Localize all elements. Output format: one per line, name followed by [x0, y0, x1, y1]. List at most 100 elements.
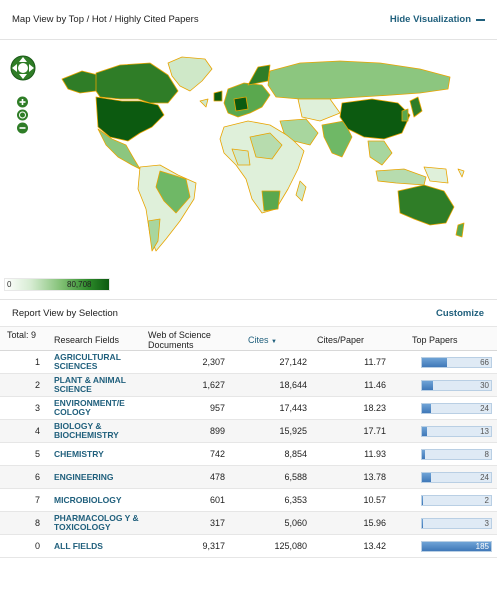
map-view-title: Map View by Top / Hot / Highly Cited Pap… — [12, 14, 199, 25]
top-papers-bar[interactable]: 185 — [421, 541, 492, 552]
sort-desc-icon[interactable]: ▼ — [271, 339, 277, 345]
cites-value: 15,925 — [279, 426, 307, 436]
top-papers-value: 8 — [484, 450, 489, 459]
total-header: Total: 9 — [7, 330, 37, 340]
wos-documents-value: 2,307 — [202, 357, 225, 367]
cites-value: 27,142 — [279, 357, 307, 367]
research-field-link[interactable]: ALL FIELDS — [54, 542, 144, 551]
cites-per-paper-header[interactable]: Cites/Paper — [317, 335, 364, 345]
row-index: 8 — [34, 518, 40, 528]
table-row: 3 ENVIRONMENT/E COLOGY 957 17,443 18.23 24 — [0, 397, 497, 420]
top-papers-value: 66 — [480, 358, 489, 367]
wos-documents-value: 899 — [209, 426, 225, 436]
hide-visualization-link[interactable]: Hide Visualization — [390, 14, 471, 25]
cites-value: 6,353 — [284, 495, 307, 505]
legend-max-label: 80,708 — [67, 280, 92, 289]
top-papers-bar[interactable]: 2 — [421, 495, 492, 506]
cites-per-paper-value: 15.96 — [363, 518, 386, 528]
cites-per-paper-value: 11.93 — [364, 449, 386, 459]
top-papers-bar-fill — [422, 427, 427, 436]
row-index: 7 — [34, 495, 40, 505]
wos-documents-header[interactable]: Web of Science Documents — [148, 330, 230, 350]
cites-per-paper-value: 10.57 — [363, 495, 386, 505]
row-index: 5 — [34, 449, 40, 459]
top-papers-value: 24 — [480, 473, 489, 482]
research-field-link[interactable]: MICROBIOLOGY — [54, 496, 144, 505]
cites-value: 125,080 — [274, 541, 307, 551]
wos-documents-value: 601 — [209, 495, 225, 505]
research-field-link[interactable]: PLANT & ANIMAL SCIENCE — [54, 376, 144, 394]
cites-per-paper-value: 18.23 — [363, 403, 386, 413]
top-papers-bar[interactable]: 8 — [421, 449, 492, 460]
table-row: 6 ENGINEERING 478 6,588 13.78 24 — [0, 466, 497, 489]
table-row: 4 BIOLOGY & BIOCHEMISTRY 899 15,925 17.71 13 — [0, 420, 497, 443]
cites-header-label[interactable]: Cites — [248, 335, 269, 345]
top-papers-bar[interactable]: 24 — [421, 472, 492, 483]
row-index: 4 — [34, 426, 40, 436]
table-header: Total: 9 Research Fields Web of Science … — [0, 326, 497, 351]
top-papers-bar[interactable]: 13 — [421, 426, 492, 437]
table-row: 7 MICROBIOLOGY 601 6,353 10.57 2 — [0, 489, 497, 512]
zoom-control[interactable] — [16, 96, 29, 134]
research-field-link[interactable]: CHEMISTRY — [54, 450, 144, 459]
wos-documents-value: 9,317 — [202, 541, 225, 551]
research-field-link[interactable]: PHARMACOLOG Y & TOXICOLOGY — [54, 514, 144, 532]
row-index: 1 — [34, 357, 40, 367]
top-papers-value: 13 — [480, 427, 489, 436]
cites-per-paper-value: 11.77 — [364, 357, 386, 367]
top-papers-value: 185 — [475, 542, 489, 551]
wos-documents-value: 742 — [209, 449, 225, 459]
row-index: 2 — [34, 380, 40, 390]
wos-documents-value: 957 — [209, 403, 225, 413]
row-index: 0 — [34, 541, 40, 551]
cites-value: 6,588 — [284, 472, 307, 482]
cites-value: 5,060 — [284, 518, 307, 528]
cites-value: 17,443 — [279, 403, 307, 413]
top-papers-bar-fill — [422, 381, 434, 390]
cites-header[interactable]: Cites ▼ — [248, 335, 277, 347]
top-papers-bar-fill — [422, 473, 431, 482]
table-row: 0 ALL FIELDS 9,317 125,080 13.42 185 — [0, 535, 497, 558]
top-papers-bar-fill — [422, 450, 425, 459]
top-papers-bar[interactable]: 24 — [421, 403, 492, 414]
table-row: 2 PLANT & ANIMAL SCIENCE 1,627 18,644 11.46 3… — [0, 374, 497, 397]
row-index: 3 — [34, 403, 40, 413]
collapse-icon[interactable] — [476, 19, 485, 21]
table-row: 1 AGRICULTURAL SCIENCES 2,307 27,142 11.77 66 — [0, 351, 497, 374]
top-papers-bar-fill — [422, 404, 431, 413]
table-body: 1 AGRICULTURAL SCIENCES 2,307 27,142 11.77 66… — [0, 351, 497, 558]
map-header: Map View by Top / Hot / Highly Cited Pap… — [0, 0, 497, 40]
world-map[interactable] — [0, 41, 497, 296]
top-papers-bar[interactable]: 66 — [421, 357, 492, 368]
wos-documents-value: 317 — [209, 518, 225, 528]
research-field-link[interactable]: AGRICULTURAL SCIENCES — [54, 353, 144, 371]
top-papers-header[interactable]: Top Papers — [412, 335, 458, 345]
cites-per-paper-value: 11.46 — [364, 380, 386, 390]
cites-per-paper-value: 13.42 — [363, 541, 386, 551]
research-field-link[interactable]: ENVIRONMENT/E COLOGY — [54, 399, 144, 417]
cites-value: 18,644 — [279, 380, 307, 390]
customize-link[interactable]: Customize — [436, 308, 484, 319]
top-papers-bar-fill — [422, 358, 447, 367]
section-divider — [0, 299, 497, 300]
top-papers-bar-fill — [422, 496, 423, 505]
pan-control-icon[interactable] — [10, 55, 36, 81]
wos-documents-value: 478 — [209, 472, 225, 482]
map-legend-gradient — [4, 278, 110, 291]
legend-min-label: 0 — [7, 280, 12, 289]
top-papers-value: 2 — [484, 496, 489, 505]
top-papers-value: 3 — [484, 519, 489, 528]
research-fields-header[interactable]: Research Fields — [54, 335, 119, 345]
wos-documents-value: 1,627 — [202, 380, 225, 390]
top-papers-bar[interactable]: 3 — [421, 518, 492, 529]
top-papers-value: 24 — [480, 404, 489, 413]
research-field-link[interactable]: BIOLOGY & BIOCHEMISTRY — [54, 422, 144, 440]
top-papers-bar-fill — [422, 519, 424, 528]
top-papers-bar[interactable]: 30 — [421, 380, 492, 391]
world-map-graphic[interactable] — [0, 41, 497, 271]
table-row: 8 PHARMACOLOG Y & TOXICOLOGY 317 5,060 15.96… — [0, 512, 497, 535]
research-field-link[interactable]: ENGINEERING — [54, 473, 144, 482]
report-view-title: Report View by Selection — [12, 308, 118, 319]
cites-per-paper-value: 17.71 — [363, 426, 386, 436]
cites-value: 8,854 — [284, 449, 307, 459]
